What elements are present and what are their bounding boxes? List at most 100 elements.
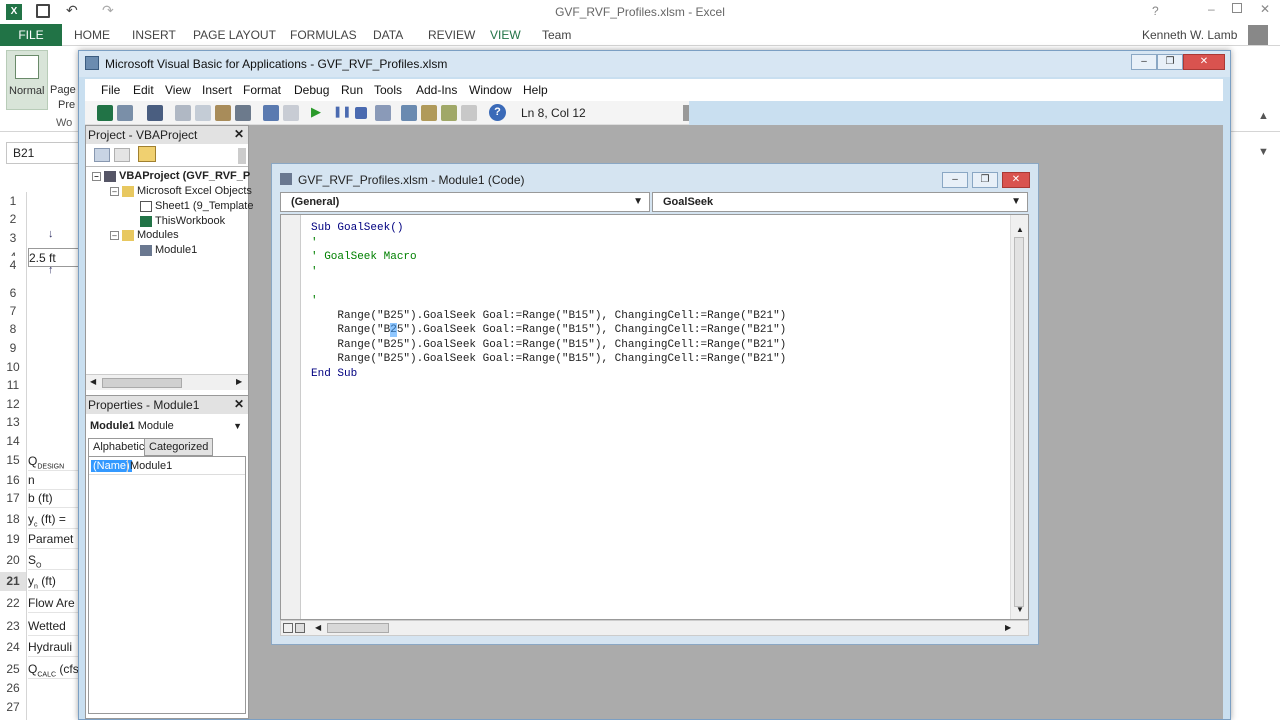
cell-wetted[interactable]: Wetted: [28, 617, 80, 636]
code-line[interactable]: ': [311, 236, 318, 250]
cell-flow-area[interactable]: Flow Are: [28, 594, 80, 613]
menu-view[interactable]: View: [165, 83, 191, 97]
cell-n[interactable]: n: [28, 471, 80, 490]
scroll-left-icon[interactable]: ◀: [90, 377, 96, 386]
excel-help-icon[interactable]: ?: [1152, 4, 1159, 18]
toolbox-icon[interactable]: [461, 105, 477, 121]
code-editor[interactable]: Sub GoalSeek() ' ' GoalSeek Macro ' ' Ra…: [280, 214, 1029, 620]
design-mode-icon[interactable]: [375, 105, 391, 121]
row-header[interactable]: 19: [0, 530, 26, 549]
name-box[interactable]: B21: [6, 142, 80, 164]
cell-b[interactable]: b (ft): [28, 489, 80, 508]
page-layout-view-label[interactable]: Page: [50, 84, 76, 96]
normal-view-button[interactable]: Normal: [6, 50, 48, 110]
tree-excel-objects[interactable]: – Microsoft Excel Objects: [110, 185, 252, 197]
toggle-folders-icon[interactable]: [138, 146, 156, 162]
scroll-thumb[interactable]: [102, 378, 182, 388]
procedure-view-icon[interactable]: [283, 623, 293, 633]
scroll-right-icon[interactable]: ▶: [236, 377, 242, 386]
formula-bar-expand-icon[interactable]: ▼: [1258, 146, 1269, 158]
tab-view[interactable]: VIEW: [490, 28, 521, 42]
tab-team[interactable]: Team: [542, 28, 571, 42]
close-icon[interactable]: ✕: [232, 397, 246, 411]
avatar[interactable]: [1248, 25, 1268, 45]
code-window-title-bar[interactable]: GVF_RVF_Profiles.xlsm - Module1 (Code) –…: [272, 164, 1038, 192]
tab-formulas[interactable]: FORMULAS: [290, 28, 357, 42]
view-excel-icon[interactable]: [97, 105, 113, 121]
row-header[interactable]: 26: [0, 679, 26, 698]
menu-format[interactable]: Format: [243, 83, 281, 97]
row-header[interactable]: 1: [0, 192, 26, 211]
redo-icon[interactable]: [283, 105, 299, 121]
paste-icon[interactable]: [215, 105, 231, 121]
view-object-icon[interactable]: [114, 148, 130, 162]
code-restore-button[interactable]: ❐: [972, 172, 998, 188]
excel-maximize-icon[interactable]: [1232, 3, 1242, 13]
row-header[interactable]: 11: [0, 376, 26, 395]
excel-close-icon[interactable]: ✕: [1260, 2, 1270, 16]
view-code-icon[interactable]: [94, 148, 110, 162]
chevron-down-icon[interactable]: ▼: [1011, 196, 1021, 207]
chevron-down-icon[interactable]: ▼: [633, 196, 643, 207]
cell-q-calc[interactable]: QCALC (cfs: [28, 660, 80, 679]
code-minimize-button[interactable]: –: [942, 172, 968, 188]
properties-window-icon[interactable]: [421, 105, 437, 121]
code-line[interactable]: Sub GoalSeek(): [311, 221, 403, 235]
property-row-name[interactable]: (Name) Module1: [89, 459, 245, 475]
collapse-icon[interactable]: –: [110, 187, 119, 196]
row-header[interactable]: 18: [0, 510, 26, 529]
row-header-selected[interactable]: 21: [0, 572, 26, 591]
row-header[interactable]: 9: [0, 339, 26, 358]
break-icon[interactable]: ❚❚: [333, 105, 351, 118]
cell-so[interactable]: SO: [28, 551, 80, 570]
tab-review[interactable]: REVIEW: [428, 28, 475, 42]
code-line[interactable]: End Sub: [311, 367, 357, 381]
row-header[interactable]: 3: [0, 229, 26, 248]
menu-window[interactable]: Window: [469, 83, 512, 97]
code-line[interactable]: Range("B25").GoalSeek Goal:=Range("B15")…: [311, 309, 786, 323]
row-header[interactable]: 23: [0, 617, 26, 636]
row-header[interactable]: 17: [0, 489, 26, 508]
code-line[interactable]: Range("B25").GoalSeek Goal:=Range("B15")…: [311, 352, 786, 366]
cell-yn[interactable]: yn (ft): [28, 572, 80, 591]
code-line[interactable]: ' GoalSeek Macro: [311, 250, 417, 264]
cell-hydraulic[interactable]: Hydrauli: [28, 638, 80, 657]
row-header[interactable]: 25: [0, 660, 26, 679]
object-combo[interactable]: (General) ▼: [280, 192, 650, 212]
collapse-icon[interactable]: –: [92, 172, 101, 181]
code-close-button[interactable]: ✕: [1002, 172, 1030, 188]
row-header[interactable]: 16: [0, 471, 26, 490]
menu-run[interactable]: Run: [341, 83, 363, 97]
row-header[interactable]: 15: [0, 451, 26, 470]
menu-file[interactable]: File: [101, 83, 120, 97]
row-header[interactable]: 27: [0, 698, 26, 717]
tab-home[interactable]: HOME: [74, 28, 110, 42]
vba-restore-button[interactable]: ❐: [1157, 54, 1183, 70]
menu-help[interactable]: Help: [523, 83, 548, 97]
undo-icon[interactable]: [263, 105, 279, 121]
row-header[interactable]: 2: [0, 210, 26, 229]
cut-icon[interactable]: [175, 105, 191, 121]
collapse-icon[interactable]: –: [110, 231, 119, 240]
copy-icon[interactable]: [195, 105, 211, 121]
row-header[interactable]: 12: [0, 395, 26, 414]
code-margin-indicator-bar[interactable]: [281, 215, 301, 619]
code-line[interactable]: Range("B25").GoalSeek Goal:=Range("B15")…: [311, 338, 786, 352]
row-header[interactable]: 7: [0, 302, 26, 321]
menu-insert[interactable]: Insert: [202, 83, 232, 97]
property-name-value[interactable]: Module1: [127, 460, 172, 472]
tab-data[interactable]: DATA: [373, 28, 403, 42]
excel-minimize-icon[interactable]: –: [1208, 2, 1215, 16]
excel-ribbon-collapse-icon[interactable]: ▲: [1258, 110, 1269, 122]
tree-module1[interactable]: Module1: [140, 244, 197, 256]
code-horizontal-scrollbar[interactable]: ◀ ▶: [280, 620, 1029, 636]
cell-parameters[interactable]: Paramet: [28, 530, 80, 549]
menu-add-ins[interactable]: Add-Ins: [416, 83, 457, 97]
tree-sheet1[interactable]: Sheet1 (9_Template: [140, 200, 253, 212]
chevron-down-icon[interactable]: ▼: [233, 421, 242, 431]
tab-alphabetic[interactable]: Alphabetic: [88, 438, 150, 456]
vba-title-bar[interactable]: Microsoft Visual Basic for Applications …: [79, 51, 1230, 77]
tab-categorized[interactable]: Categorized: [144, 438, 214, 456]
insert-module-icon[interactable]: [117, 105, 133, 121]
properties-object-select[interactable]: Module1 Module ▼: [88, 418, 246, 436]
